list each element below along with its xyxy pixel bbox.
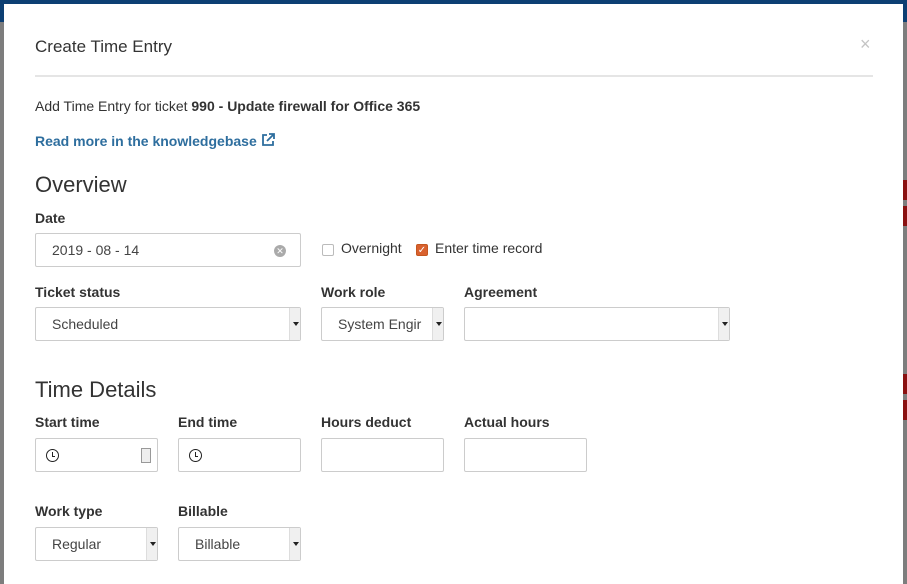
billable-select[interactable]: Billable (178, 527, 301, 561)
chevron-down-icon (432, 308, 443, 340)
time-picker-icon[interactable] (141, 448, 151, 463)
ticket-status-label: Ticket status (35, 284, 121, 300)
work-type-select[interactable]: Regular (35, 527, 158, 561)
actual-hours-input[interactable] (464, 438, 587, 472)
end-time-label: End time (178, 414, 238, 430)
billable-label: Billable (178, 503, 228, 519)
date-input[interactable]: 2019 - 08 - 14 ✕ (35, 233, 301, 267)
start-time-label: Start time (35, 414, 100, 430)
hours-deduct-input[interactable] (321, 438, 444, 472)
actual-hours-label: Actual hours (464, 414, 550, 430)
chevron-down-icon (289, 528, 300, 560)
divider (35, 75, 873, 77)
clock-icon (189, 449, 202, 462)
start-time-input[interactable] (35, 438, 158, 472)
chevron-down-icon (718, 308, 729, 340)
close-icon[interactable]: × (860, 34, 871, 55)
ticket-status-select[interactable]: Scheduled (35, 307, 301, 341)
enter-time-record-label: Enter time record (435, 240, 543, 256)
enter-time-record-checkbox[interactable]: ✓ (416, 244, 428, 256)
background-badge (903, 180, 907, 200)
overnight-checkbox[interactable] (322, 244, 334, 256)
knowledgebase-link-label: Read more in the knowledgebase (35, 133, 257, 149)
knowledgebase-link[interactable]: Read more in the knowledgebase (35, 133, 275, 149)
intro-prefix: Add Time Entry for ticket (35, 98, 192, 114)
date-label: Date (35, 210, 66, 226)
time-details-heading: Time Details (35, 377, 157, 402)
background-badge (903, 400, 907, 420)
chevron-down-icon (289, 308, 300, 340)
work-type-label: Work type (35, 503, 103, 519)
chevron-down-icon (146, 528, 157, 560)
overview-heading: Overview (35, 172, 127, 197)
billable-value: Billable (195, 536, 241, 552)
overnight-label: Overnight (341, 240, 402, 256)
end-time-input[interactable] (178, 438, 301, 472)
ticket-status-value: Scheduled (52, 316, 119, 332)
agreement-label: Agreement (464, 284, 538, 300)
work-role-value: System Engir (338, 316, 422, 332)
create-time-entry-modal: Create Time Entry × Add Time Entry for t… (4, 4, 903, 584)
work-type-value: Regular (52, 536, 102, 552)
intro-text: Add Time Entry for ticket 990 - Update f… (35, 98, 420, 114)
clock-icon (46, 449, 59, 462)
external-link-icon (261, 133, 275, 146)
modal-title: Create Time Entry (35, 37, 172, 56)
hours-deduct-label: Hours deduct (321, 414, 412, 430)
date-value: 2019 - 08 - 14 (52, 242, 140, 258)
background-badge (903, 206, 907, 226)
ticket-name: 990 - Update firewall for Office 365 (191, 98, 421, 114)
work-role-select[interactable]: System Engir (321, 307, 444, 341)
agreement-select[interactable] (464, 307, 730, 341)
clear-icon[interactable]: ✕ (274, 245, 286, 257)
work-role-label: Work role (321, 284, 386, 300)
background-badge (903, 374, 907, 394)
